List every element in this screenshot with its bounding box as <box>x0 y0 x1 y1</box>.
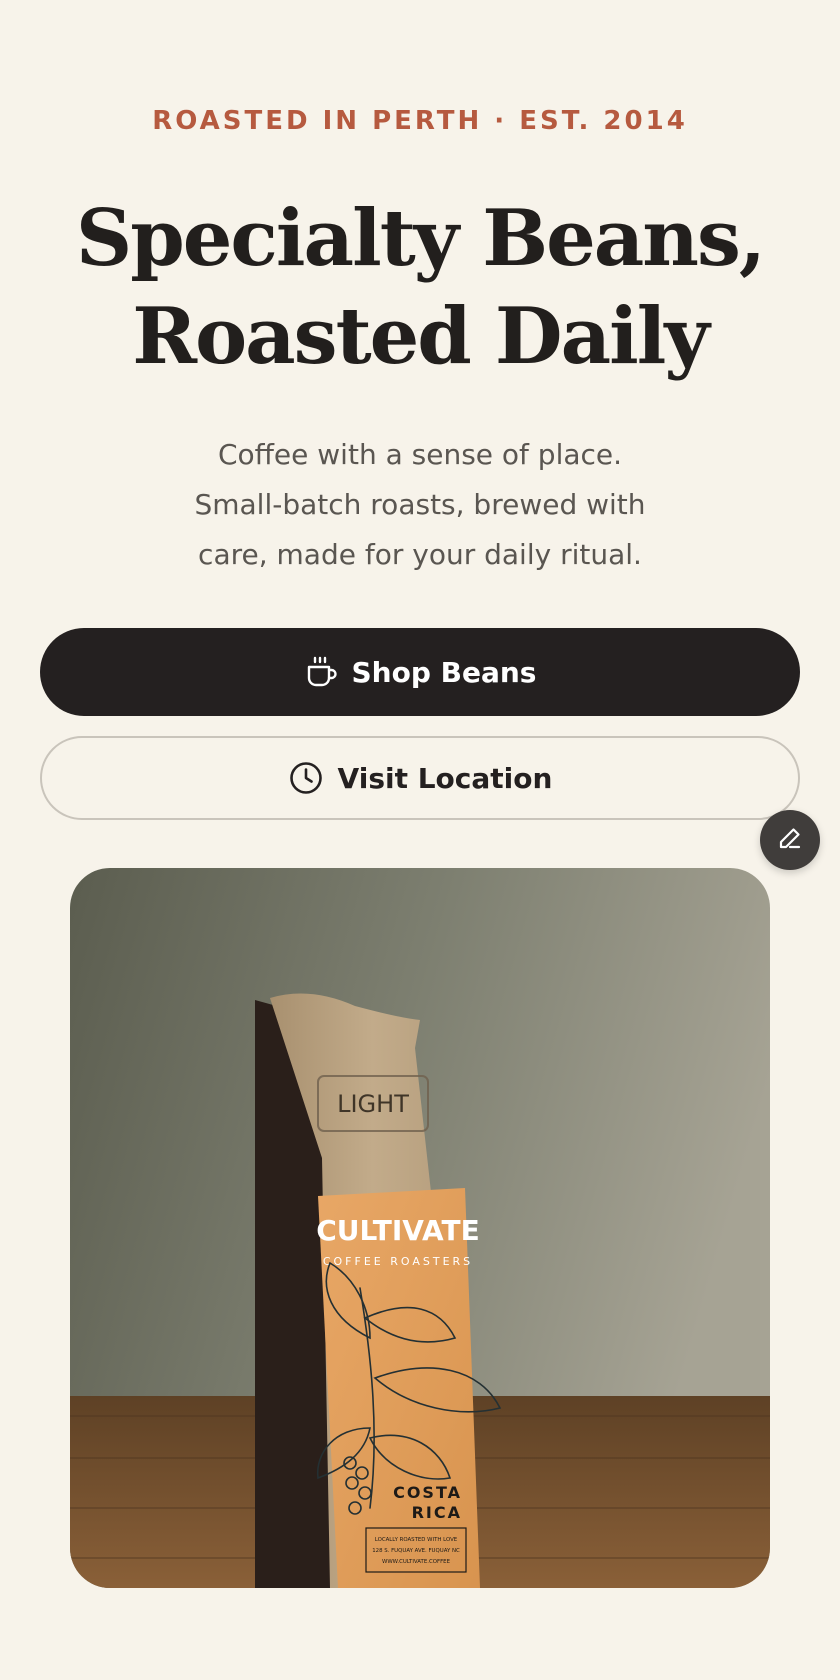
bag-footer-line-3: WWW.CULTIVATE.COFFEE <box>382 1559 451 1565</box>
subtitle-line-1: Coffee with a sense of place. <box>217 438 623 471</box>
shop-beans-button[interactable]: Shop Beans <box>40 628 800 716</box>
subtitle-line-3: care, made for your daily ritual. <box>198 538 642 571</box>
pencil-icon <box>776 824 804 856</box>
visit-location-label: Visit Location <box>337 761 553 795</box>
edit-button[interactable] <box>760 810 820 870</box>
eyebrow-tagline: ROASTED IN PERTH · EST. 2014 <box>152 106 688 136</box>
bag-brand: CULTIVATE <box>316 1214 480 1247</box>
hero-subtitle: Coffee with a sense of place. Small-batc… <box>160 430 680 580</box>
headline-line-2: Roasted Daily <box>132 291 709 382</box>
headline-line-1: Specialty Beans, <box>75 193 766 284</box>
visit-location-button[interactable]: Visit Location <box>40 736 800 820</box>
subtitle-line-2: Small-batch roasts, brewed with <box>194 488 646 521</box>
bag-origin-line-2: RICA <box>412 1503 462 1522</box>
bag-footer-line-1: LOCALLY ROASTED WITH LOVE <box>375 1537 458 1543</box>
bag-origin-line-1: COSTA <box>393 1483 462 1502</box>
bag-brand-sub: COFFEE ROASTERS <box>323 1255 473 1268</box>
clock-icon <box>288 760 324 796</box>
product-photo: LIGHT CULTIVATE COFFEE ROASTERS COSTA RI… <box>70 868 770 1588</box>
bag-footer-line-2: 128 S. FUQUAY AVE. FUQUAY NC <box>372 1548 460 1554</box>
shop-beans-label: Shop Beans <box>351 655 537 689</box>
hero-headline: Specialty Beans, Roasted Daily <box>0 190 840 386</box>
coffee-cup-icon <box>304 655 338 689</box>
bag-stamp-text: LIGHT <box>337 1090 409 1118</box>
